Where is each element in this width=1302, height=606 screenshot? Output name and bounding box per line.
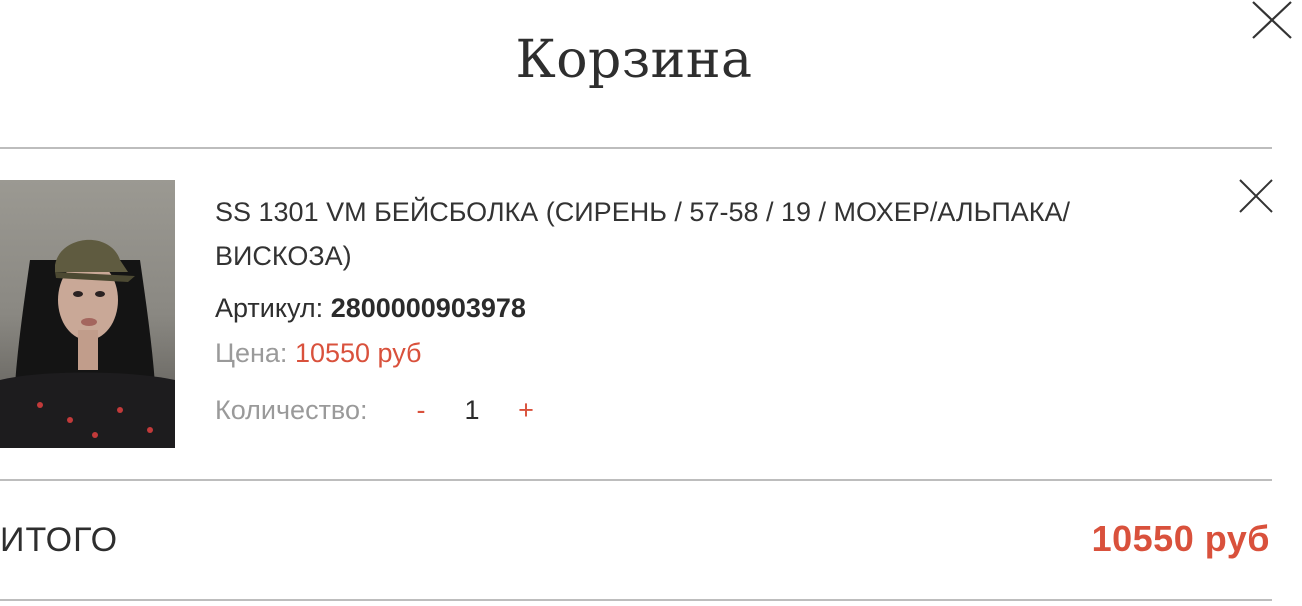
product-image[interactable] [0,180,175,448]
quantity-increase-button[interactable]: + [516,392,536,428]
remove-item-button[interactable] [1238,178,1274,214]
quantity-decrease-button[interactable]: - [413,392,429,428]
price-label: Цена: [215,338,288,368]
close-icon [1239,179,1273,213]
price-row: Цена: 10550 руб [215,335,422,371]
quantity-value: 1 [464,395,480,425]
cart-modal: Корзина SS 1301 VM БЕЙСБОЛКА (СИРЕНЬ / 5… [0,0,1302,606]
sku-row: Артикул: 2800000903978 [215,290,526,326]
total-value: 10550 руб [1091,518,1270,559]
quantity-label: Количество: [215,395,368,425]
sku-value: 2800000903978 [330,293,526,323]
total-label: ИТОГО [0,521,119,559]
sku-label: Артикул: [215,293,324,323]
product-photo [0,180,175,448]
divider [0,147,1272,149]
divider [0,599,1272,601]
item-title[interactable]: SS 1301 VM БЕЙСБОЛКА (СИРЕНЬ / 57-58 / 1… [215,190,1175,278]
price-value: 10550 руб [294,338,422,368]
cart-title: Корзина [515,30,753,90]
divider [0,479,1272,481]
